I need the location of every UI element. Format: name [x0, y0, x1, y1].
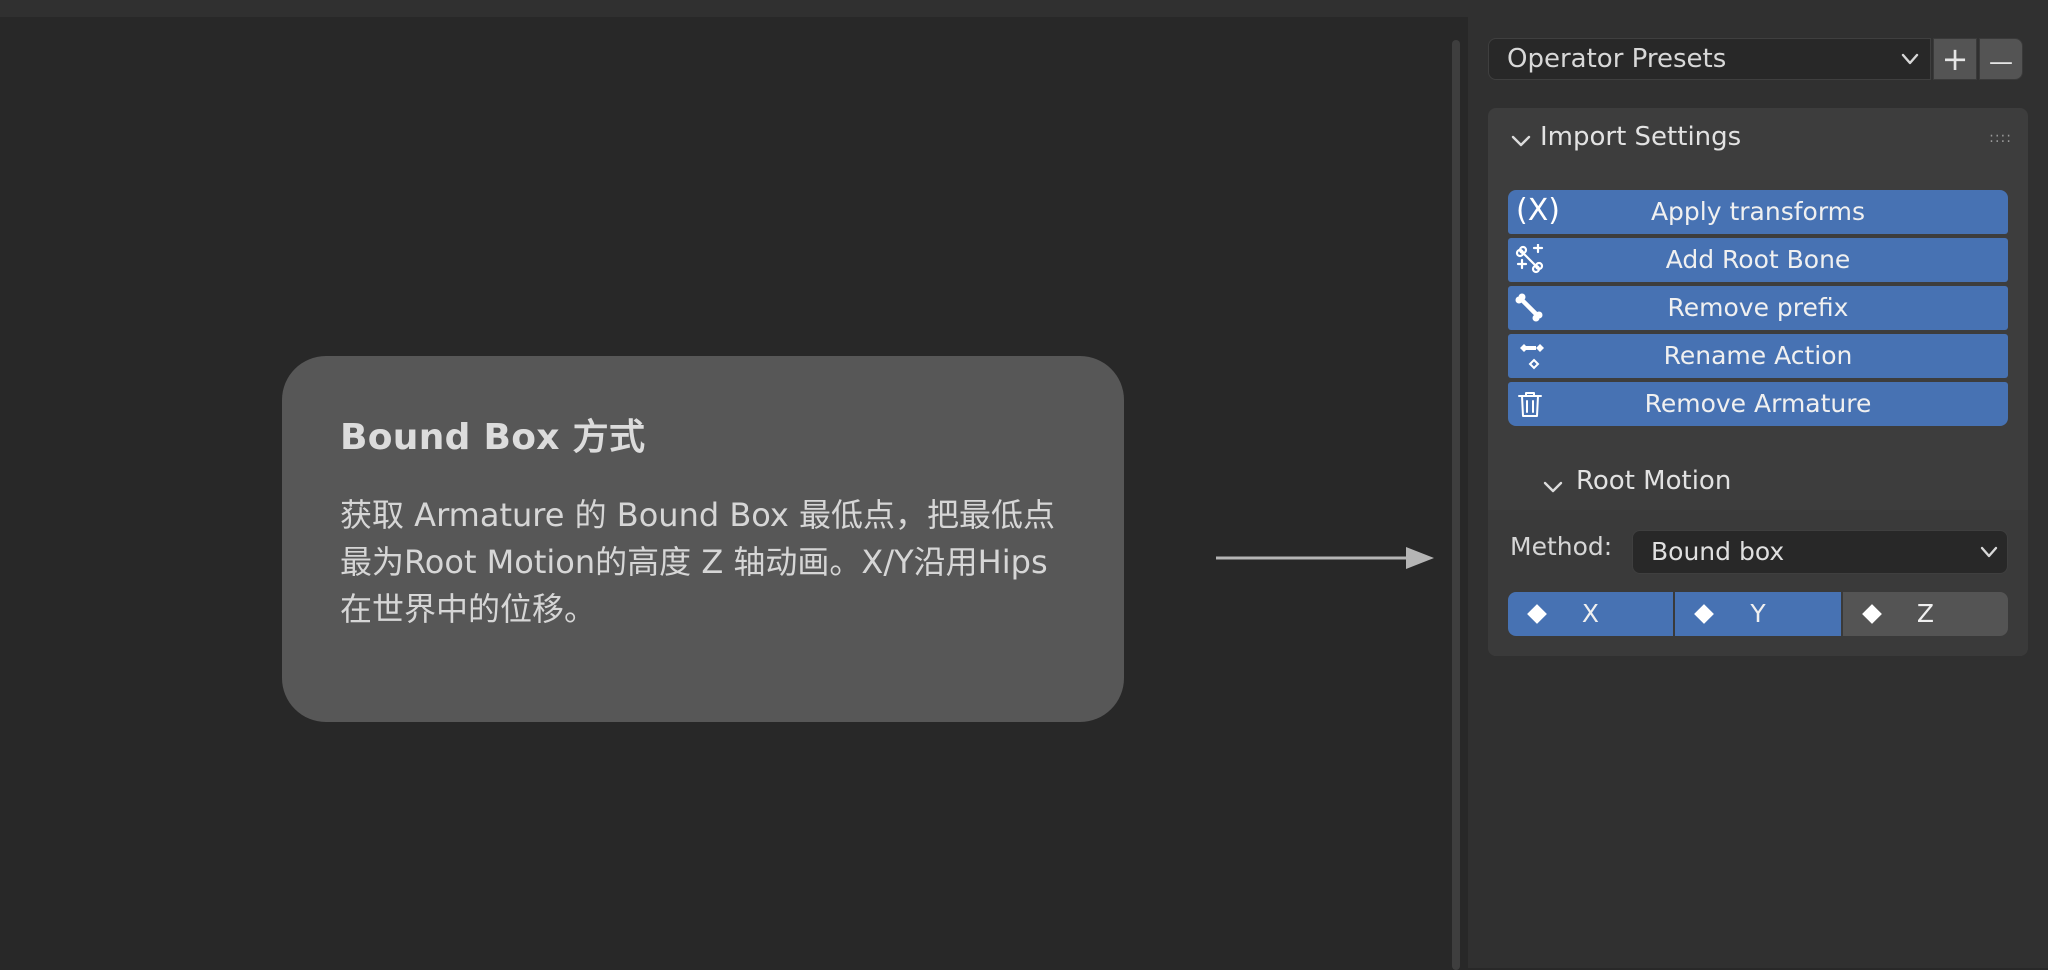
root-motion-header[interactable]: Root Motion	[1488, 458, 2028, 510]
keyframe-diamond-icon	[1527, 604, 1547, 624]
axis-z-label: Z	[1916, 599, 1935, 628]
axis-z-toggle[interactable]: Z	[1843, 592, 2008, 636]
apply-transforms-label: Apply transforms	[1650, 197, 1866, 226]
add-root-bone-button[interactable]: Add Root Bone	[1508, 238, 2008, 282]
operator-presets-dropdown[interactable]: Operator Presets	[1488, 38, 1931, 80]
bone-add-icon	[1515, 244, 1544, 274]
chevron-down-icon	[1543, 481, 1563, 493]
axis-y-toggle[interactable]: Y	[1675, 592, 1841, 636]
add-preset-button[interactable]: +	[1933, 38, 1977, 80]
remove-armature-label: Remove Armature	[1644, 389, 1872, 418]
drag-handle-icon[interactable]: ::::	[1989, 130, 2012, 146]
remove-preset-button[interactable]: —	[1979, 38, 2023, 80]
root-motion-title: Root Motion	[1576, 466, 1732, 496]
axis-y-label: Y	[1750, 599, 1766, 628]
method-label: Method:	[1510, 532, 1613, 561]
rename-action-button[interactable]: Rename Action	[1508, 334, 2008, 378]
remove-armature-button[interactable]: Remove Armature	[1508, 382, 2008, 426]
explanation-callout: Bound Box 方式 获取 Armature 的 Bound Box 最低点…	[282, 356, 1124, 722]
method-value: Bound box	[1651, 537, 1785, 566]
operator-presets-label: Operator Presets	[1507, 44, 1727, 74]
callout-body: 获取 Armature 的 Bound Box 最低点，把最低点最为Root M…	[340, 496, 1055, 628]
chevron-down-icon	[1980, 546, 1998, 558]
import-settings-panel: Import Settings :::: (X) Apply transform…	[1488, 108, 2028, 656]
chevron-down-icon	[1901, 53, 1919, 65]
operator-presets-row: Operator Presets + —	[1488, 38, 2028, 82]
arrow-right-icon	[1216, 547, 1434, 569]
function-x-icon: (X)	[1516, 193, 1560, 228]
bone-icon	[1515, 293, 1543, 322]
keyframe-diamond-icon	[1862, 604, 1882, 624]
trash-icon	[1518, 392, 1542, 417]
remove-prefix-label: Remove prefix	[1667, 293, 1849, 322]
apply-transforms-button[interactable]: (X) Apply transforms	[1508, 190, 2008, 234]
plus-icon: +	[1941, 40, 1969, 78]
top-bar	[0, 0, 2048, 17]
keyframe-diamond-icon	[1694, 604, 1714, 624]
action-keyframes-icon	[1520, 344, 1544, 370]
chevron-down-icon	[1511, 135, 1531, 147]
add-root-bone-label: Add Root Bone	[1665, 245, 1851, 274]
axis-x-label: X	[1581, 599, 1600, 628]
viewport-scrollbar[interactable]	[1452, 40, 1460, 970]
panel-title: Import Settings	[1540, 122, 1742, 152]
remove-prefix-button[interactable]: Remove prefix	[1508, 286, 2008, 330]
root-motion-body: Method: Bound box X Y Z	[1488, 510, 2028, 656]
rename-action-label: Rename Action	[1663, 341, 1853, 370]
callout-title: Bound Box 方式	[340, 417, 646, 458]
minus-icon: —	[1989, 48, 2013, 76]
method-dropdown[interactable]: Bound box	[1632, 530, 2008, 574]
axis-x-toggle[interactable]: X	[1508, 592, 1673, 636]
import-settings-header[interactable]: Import Settings ::::	[1488, 108, 2028, 172]
